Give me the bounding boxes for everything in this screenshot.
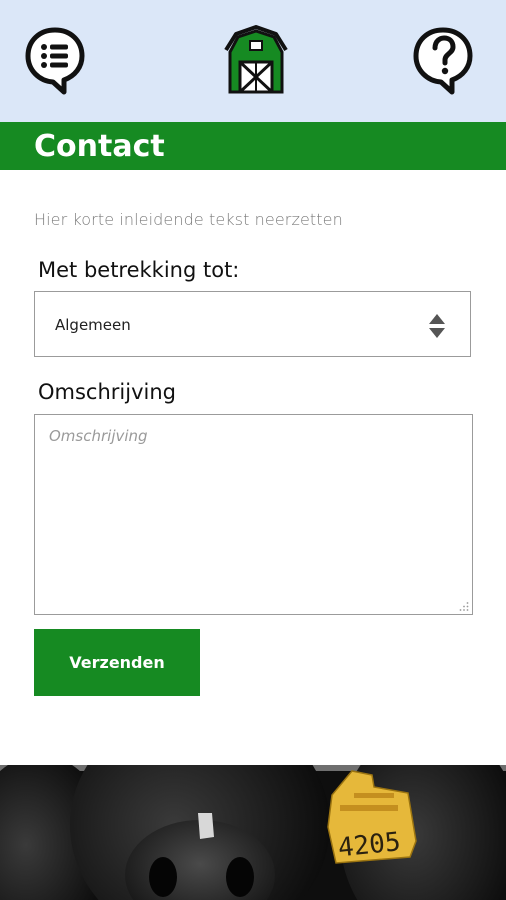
subject-select-value: Algemeen [55,316,131,334]
submit-button[interactable]: Verzenden [34,629,200,696]
barn-icon[interactable] [222,24,290,96]
resize-grip-icon[interactable] [459,601,469,611]
select-arrows-icon [429,314,445,338]
help-chat-icon[interactable] [412,26,474,96]
description-textarea[interactable]: Omschrijving [34,414,473,615]
subject-label: Met betrekking tot: [38,258,240,282]
description-placeholder: Omschrijving [49,427,148,445]
menu-chat-icon[interactable] [24,26,86,96]
page-title: Contact [34,129,165,164]
cow-photo: 4205 [0,765,506,900]
subject-select[interactable]: Algemeen [34,291,471,357]
top-navigation-bar [0,0,506,122]
intro-text: Hier korte inleidende tekst neerzetten [34,210,343,229]
description-label: Omschrijving [38,380,176,404]
page-title-bar: Contact [0,122,506,170]
